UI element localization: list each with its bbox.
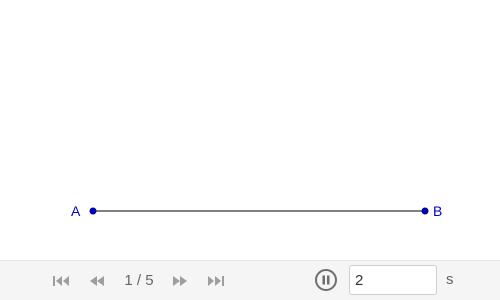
step-counter: 1 / 5 (124, 272, 154, 289)
previous-step-icon (90, 276, 104, 286)
point-a-label: A (71, 203, 81, 219)
next-step-button[interactable] (170, 272, 190, 290)
graphics-canvas[interactable]: A B (0, 0, 500, 260)
last-step-icon (208, 276, 224, 286)
graphics-view[interactable]: A B (0, 0, 500, 260)
pause-icon (315, 269, 337, 291)
first-step-icon (53, 276, 69, 286)
pause-button[interactable] (314, 268, 338, 292)
speed-unit-label: s (446, 271, 454, 288)
point-b-label: B (433, 203, 442, 219)
previous-step-button[interactable] (87, 272, 107, 290)
last-step-button[interactable] (206, 272, 226, 290)
point-b[interactable] (421, 207, 429, 215)
point-a[interactable] (89, 207, 97, 215)
next-step-icon (173, 276, 187, 286)
first-step-button[interactable] (51, 272, 71, 290)
speed-input[interactable] (349, 265, 437, 295)
